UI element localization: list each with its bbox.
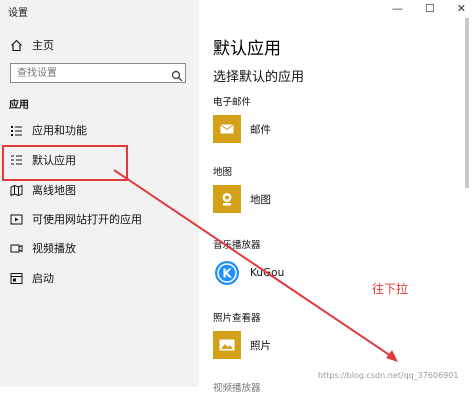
annotation-arrow	[113, 169, 398, 362]
watermark: https://blog.csdn.net/qq_37606901	[318, 371, 459, 380]
annotation-text: 往下拉	[372, 282, 409, 296]
